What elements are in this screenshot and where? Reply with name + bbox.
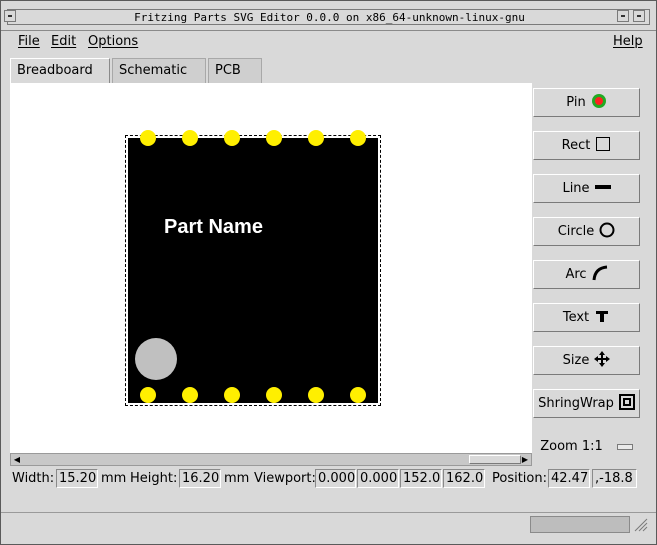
connector-pin-bottom-5[interactable] (308, 387, 324, 403)
line-tool-button[interactable]: Line (533, 174, 640, 203)
menu-file-label: File (18, 34, 40, 49)
circle-icon (599, 222, 615, 242)
arc-tool-label: Arc (565, 267, 587, 282)
menu-help-label: Help (613, 34, 643, 49)
height-unit: mm (224, 471, 250, 486)
height-label: Height: (130, 471, 178, 486)
connector-pin-bottom-6[interactable] (350, 387, 366, 403)
height-field[interactable]: 16.20 (179, 469, 221, 488)
viewport-x-field[interactable]: 0.000 (315, 469, 356, 488)
shrinkwrap-tool-button[interactable]: ShringWrap (533, 389, 640, 418)
horizontal-scrollbar[interactable]: ◀ ▶ (10, 453, 532, 466)
menu-edit-label: Edit (51, 34, 77, 49)
menu-edit[interactable]: Edit (51, 33, 76, 51)
connector-pin-top-5[interactable] (308, 130, 324, 146)
connector-pin-bottom-1[interactable] (140, 387, 156, 403)
zoom-control[interactable]: Zoom 1:1 (533, 433, 640, 460)
part-name-text[interactable]: Part Name (164, 216, 263, 239)
text-tool-button[interactable]: Text (533, 303, 640, 332)
text-t-icon (594, 308, 610, 328)
text-tool-label: Text (562, 310, 590, 325)
scroll-left-arrow-icon[interactable]: ◀ (12, 455, 22, 464)
line-tool-label: Line (562, 181, 590, 196)
window-title: Fritzing Parts SVG Editor 0.0.0 on x86_6… (134, 11, 525, 24)
position-label: Position: (492, 471, 547, 486)
tab-schematic-label: Schematic (119, 63, 188, 78)
connector-pin-top-2[interactable] (182, 130, 198, 146)
tab-schematic[interactable]: Schematic (112, 58, 206, 83)
connector-pin-top-6[interactable] (350, 130, 366, 146)
title-bar-inner: Fritzing Parts SVG Editor 0.0.0 on x86_6… (7, 9, 650, 25)
drawing-canvas[interactable]: Part Name (10, 83, 532, 453)
pin-tool-label: Pin (566, 95, 586, 110)
title-bar[interactable]: Fritzing Parts SVG Editor 0.0.0 on x86_6… (1, 1, 656, 31)
viewport-y-field[interactable]: 0.000 (357, 469, 399, 488)
pin-icon (591, 93, 607, 113)
viewport-height-field[interactable]: 162.0 (443, 469, 485, 488)
line-icon (594, 179, 611, 199)
menu-file[interactable]: File (18, 33, 40, 51)
viewport-label: Viewport: (254, 471, 316, 486)
position-y-field[interactable]: ,-18.8 (592, 469, 637, 488)
menu-help[interactable]: Help (613, 33, 643, 51)
connector-pin-bottom-2[interactable] (182, 387, 198, 403)
tab-pcb-label: PCB (215, 63, 241, 78)
rect-tool-label: Rect (561, 138, 591, 153)
width-label: Width: (12, 471, 55, 486)
tab-breadboard[interactable]: Breadboard (10, 58, 110, 83)
menu-bar: File Edit Options Help (1, 31, 656, 53)
move-arrows-icon (594, 350, 611, 371)
width-unit: mm (101, 471, 127, 486)
size-tool-button[interactable]: Size (533, 346, 640, 375)
pin1-indicator-circle[interactable] (135, 338, 177, 380)
position-x-field[interactable]: 42.47 (548, 469, 590, 488)
viewport-width-field[interactable]: 152.0 (400, 469, 442, 488)
pin-tool-button[interactable]: Pin (533, 88, 640, 117)
connector-pin-bottom-4[interactable] (266, 387, 282, 403)
connector-pin-top-1[interactable] (140, 130, 156, 146)
status-divider (1, 512, 656, 513)
menu-options-label: Options (88, 34, 139, 49)
width-field[interactable]: 15.20 (56, 469, 98, 488)
minimize-button[interactable] (617, 10, 629, 22)
rectangle-icon (595, 136, 611, 156)
scroll-right-arrow-icon[interactable]: ▶ (520, 455, 530, 464)
arc-tool-button[interactable]: Arc (533, 260, 640, 289)
part-body[interactable]: Part Name (125, 130, 381, 406)
zoom-slider[interactable] (616, 443, 633, 450)
circle-tool-label: Circle (557, 224, 595, 239)
connector-pin-top-4[interactable] (266, 130, 282, 146)
circle-tool-button[interactable]: Circle (533, 217, 640, 246)
menu-options[interactable]: Options (88, 33, 138, 51)
size-tool-label: Size (562, 353, 590, 368)
connector-pin-top-3[interactable] (224, 130, 240, 146)
window-menu-button[interactable] (4, 10, 16, 22)
scrollbar-thumb[interactable] (469, 455, 521, 464)
rect-tool-button[interactable]: Rect (533, 131, 640, 160)
shrinkwrap-icon (618, 393, 635, 414)
connector-pin-bottom-3[interactable] (224, 387, 240, 403)
tab-pcb[interactable]: PCB (208, 58, 262, 83)
maximize-button[interactable] (633, 10, 645, 22)
tab-breadboard-label: Breadboard (17, 63, 93, 78)
shrinkwrap-tool-label: ShringWrap (538, 396, 614, 411)
status-bar-cell (530, 516, 630, 533)
arc-icon (592, 265, 608, 285)
zoom-label: Zoom 1:1 (540, 439, 603, 454)
resize-grip-icon[interactable] (634, 518, 648, 532)
